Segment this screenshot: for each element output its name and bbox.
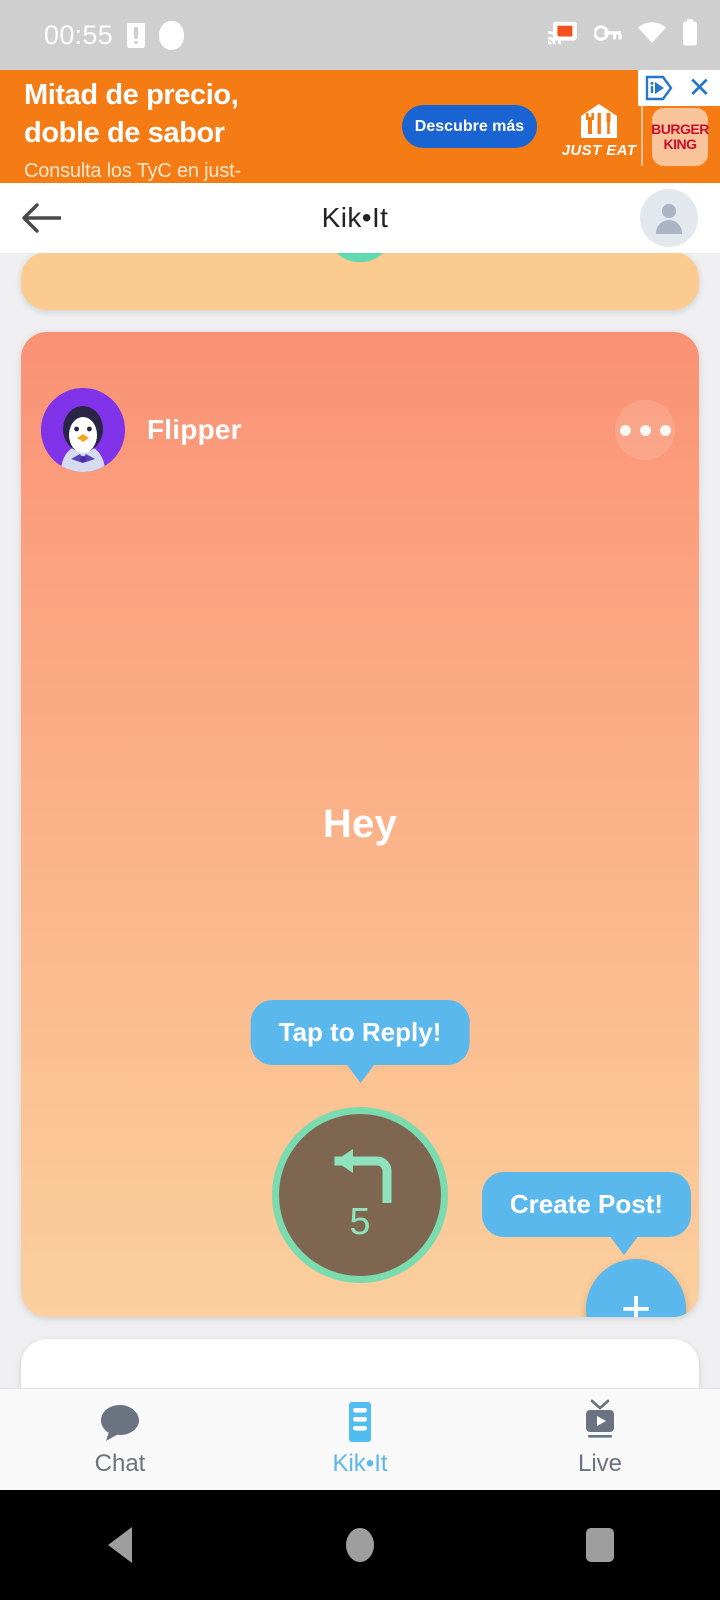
ad-copy: Mitad de precio, doble de sabor Consulta… [24,76,454,183]
reply-arrow-icon [334,1148,392,1203]
previous-post-reply-button[interactable] [327,253,393,262]
android-back-button[interactable] [0,1527,240,1563]
bk-line2: KING [663,136,698,152]
post-feed[interactable]: Flipper Hey Tap to Reply! 5 Create Post!… [0,253,720,1388]
reply-count: 5 [349,1200,371,1243]
android-back-icon [108,1527,132,1563]
status-bar-left: 00:55 [44,19,185,51]
burger-king-logo: BURGER KING [651,108,709,166]
profile-avatar-button[interactable] [639,189,698,247]
status-bar: 00:55 [0,0,720,70]
ad-close-icon[interactable]: ✕ [679,70,720,106]
ad-badges: ✕ [638,70,720,106]
post-card[interactable]: Flipper Hey Tap to Reply! 5 Create Post!… [21,332,699,1317]
nav-label-kikit: Kik•It [332,1450,388,1477]
nav-item-chat[interactable]: Chat [0,1401,240,1478]
previous-post-card[interactable] [21,253,699,310]
next-post-card[interactable] [21,1339,699,1388]
reply-button[interactable]: 5 [272,1107,448,1283]
chat-bubble-icon [99,1401,141,1443]
nav-item-kikit[interactable]: Kik•It [240,1401,480,1478]
battery-icon [682,19,698,51]
reply-tooltip: Tap to Reply! [250,1000,470,1083]
just-eat-wordmark: JUST EAT [561,142,637,159]
plus-icon: + [620,1280,652,1317]
nav-item-live[interactable]: Live [480,1399,720,1478]
vpn-key-icon [593,24,622,47]
app-header: Kik•It [0,183,720,253]
bk-line1: BURGER [651,121,709,137]
account-avatar-icon [654,203,684,234]
create-post-tooltip: Create Post! [481,1172,691,1255]
nav-label-chat: Chat [94,1450,146,1477]
android-home-icon [346,1528,374,1562]
ad-cta-button[interactable]: Descubre más [402,105,537,148]
android-home-button[interactable] [240,1528,480,1562]
feed-list-icon [339,1401,381,1443]
ad-headline-line1: Mitad de precio, [24,79,239,111]
advertisement-banner[interactable]: Mitad de precio, doble de sabor Consulta… [0,70,720,183]
cast-icon [548,20,578,51]
android-recents-icon [586,1528,614,1562]
ad-terms-text: Consulta los TyC en just-eat.es/campana/… [24,160,241,182]
sim-card-icon [127,22,146,48]
just-eat-brand: JUST EAT [560,103,638,159]
page-title: Kik•It [321,202,389,233]
post-message: Hey [322,802,398,846]
bottom-navigation: Chat Kik•It Live [0,1388,720,1490]
nav-label-live: Live [577,1450,623,1477]
recording-dot-icon [159,20,185,50]
android-navigation-bar [0,1490,720,1600]
status-bar-clock: 00:55 [44,19,114,50]
live-tv-icon [577,1399,623,1443]
wifi-icon [638,21,666,49]
android-recents-button[interactable] [480,1528,720,1562]
status-bar-right [548,19,698,51]
ad-headline-line2: doble de sabor [24,117,225,149]
back-arrow-icon [22,203,61,233]
adchoices-icon[interactable] [638,70,679,106]
ad-divider [641,106,643,166]
just-eat-logo-icon [577,103,621,139]
back-button[interactable] [14,190,70,246]
